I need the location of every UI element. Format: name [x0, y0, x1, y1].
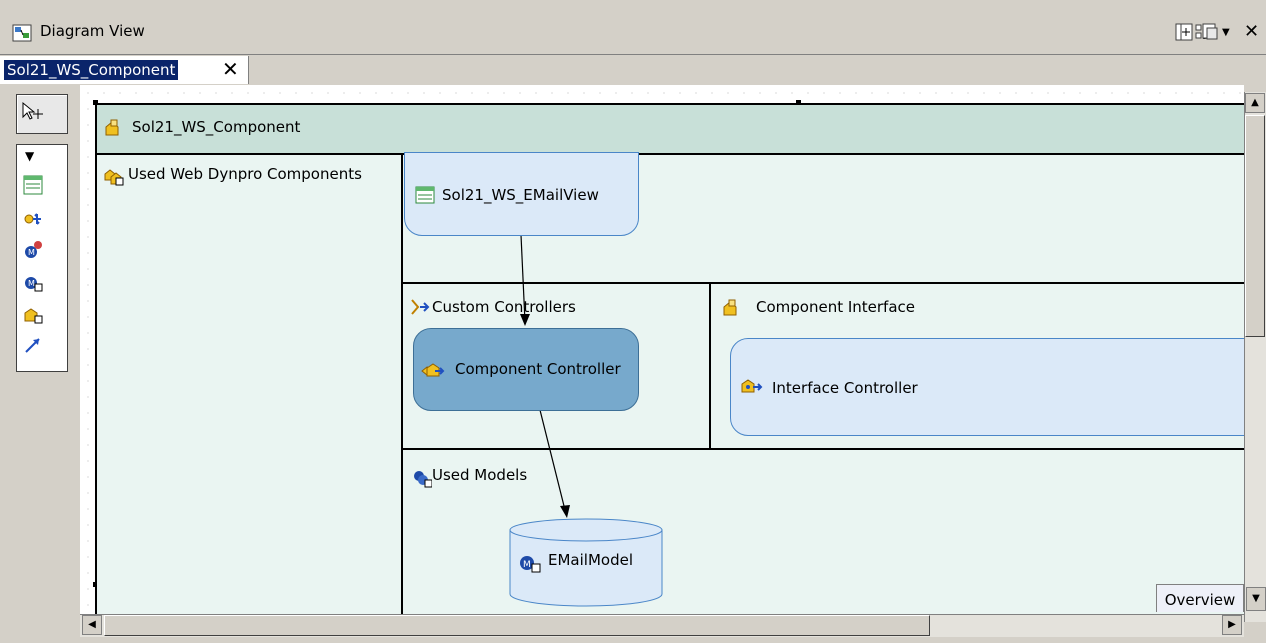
selection-tool-button[interactable]	[16, 94, 68, 134]
model-icon[interactable]: M	[23, 239, 43, 259]
link-icon[interactable]	[23, 335, 43, 355]
scroll-up-icon[interactable]: ▲	[1245, 93, 1265, 113]
component-icon	[105, 119, 119, 136]
svg-text:M: M	[28, 248, 35, 257]
view-menu-chevron-down-icon[interactable]: ▼	[1222, 27, 1230, 38]
used-component-icon[interactable]	[23, 305, 43, 325]
interface-controller-icon	[741, 379, 763, 393]
palette-chevron-down-icon[interactable]: ▼	[25, 149, 34, 163]
custom-controllers-label: Custom Controllers	[432, 298, 576, 316]
export-image-icon[interactable]	[1200, 23, 1220, 41]
custom-controllers-icon	[411, 299, 430, 315]
custom-controller-icon[interactable]	[23, 209, 43, 229]
used-components-label: Used Web Dynpro Components	[128, 165, 362, 183]
editor-tab-row: Sol21_WS_Component ✕	[0, 54, 1266, 86]
model-icon: M	[520, 556, 541, 573]
view-icon[interactable]	[23, 175, 43, 195]
palette-tools: ▼ M M	[16, 144, 68, 372]
used-models-label: Used Models	[432, 466, 528, 484]
used-model-icon[interactable]: M	[23, 273, 43, 293]
close-view-icon[interactable]: ✕	[1244, 21, 1259, 42]
tab-sol21-ws-component[interactable]: Sol21_WS_Component ✕	[0, 56, 249, 84]
horizontal-scroll-thumb[interactable]	[104, 615, 930, 636]
overview-button[interactable]: Overview	[1156, 584, 1244, 612]
view-icon	[415, 186, 435, 204]
view-title-bar	[0, 0, 1266, 54]
component-interface-label: Component Interface	[756, 298, 916, 316]
layout-icon[interactable]	[1174, 23, 1194, 41]
component-controller-icon	[421, 363, 445, 377]
tab-label: Sol21_WS_Component	[4, 60, 179, 80]
component-interface-icon	[723, 299, 737, 316]
scroll-left-icon[interactable]: ◀	[82, 615, 102, 635]
interface-controller-label: Interface Controller	[772, 379, 918, 397]
component-controller-label: Component Controller	[455, 360, 621, 378]
selection-tool-icon	[22, 101, 43, 120]
tab-close-icon[interactable]: ✕	[222, 57, 239, 81]
email-model-label: EMailModel	[548, 551, 633, 569]
overview-chevron-down-icon[interactable]: ▼	[1246, 587, 1266, 611]
used-models-icon	[414, 471, 432, 488]
svg-text:M: M	[28, 279, 35, 288]
used-components-section[interactable]	[97, 155, 403, 625]
view-title: Diagram View	[40, 22, 145, 40]
component-name: Sol21_WS_Component	[132, 118, 301, 136]
used-components-icon	[104, 169, 124, 186]
diagram-view-icon	[12, 24, 32, 42]
view-node-label: Sol21_WS_EMailView	[442, 186, 599, 204]
svg-text:M: M	[523, 560, 531, 570]
scroll-right-icon[interactable]: ▶	[1222, 615, 1242, 635]
vertical-scroll-thumb[interactable]	[1245, 115, 1265, 337]
